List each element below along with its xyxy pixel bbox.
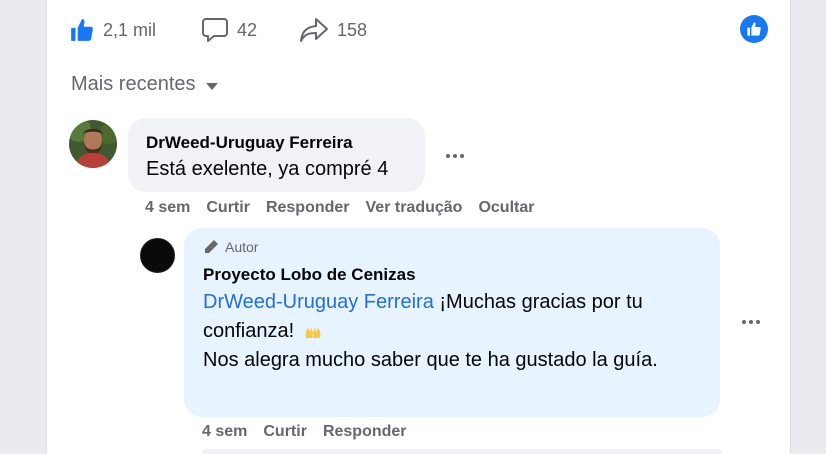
comment-author[interactable]: DrWeed-Uruguay Ferreira [146,133,353,153]
comment-count: 42 [237,19,258,40]
reply-actions: 4 sem Curtir Responder [202,423,423,441]
comment-timestamp[interactable]: 4 sem [145,199,190,217]
comment-stat[interactable]: 42 [201,17,257,43]
thumbs-up-icon [71,19,93,41]
sort-dropdown[interactable]: Mais recentes [71,73,218,96]
avatar[interactable] [140,238,175,273]
like-count: 2,1 mil [103,19,157,40]
post-card: 2,1 mil 42 158 Mais recentes DrWeed-Urug… [46,0,791,454]
reply-bubble: Autor Proyecto Lobo de Cenizas DrWeed-Ur… [184,228,720,417]
comment-text: Está exelente, ya compré 4 [146,158,389,180]
sort-label: Mais recentes [71,73,196,95]
reply-button[interactable]: Responder [266,199,350,217]
caret-down-icon [205,83,218,90]
comment-icon [202,18,228,42]
pen-icon [205,240,218,253]
author-badge-label: Autor [225,239,259,255]
avatar[interactable] [69,120,117,168]
reply-text: DrWeed-Uruguay Ferreira ¡Muchas gracias … [203,288,713,375]
share-stat[interactable]: 158 [299,17,367,43]
reply-timestamp[interactable]: 4 sem [202,423,247,441]
like-button[interactable]: Curtir [263,423,307,441]
reply-button[interactable]: Responder [323,423,407,441]
translate-button[interactable]: Ver tradução [366,199,463,217]
raised-hands-emoji [305,326,321,338]
thumbs-up-icon [747,22,761,36]
hide-button[interactable]: Ocultar [478,199,534,217]
author-badge: Autor [203,239,258,255]
next-comment-edge [202,449,722,454]
like-stat[interactable]: 2,1 mil [69,17,156,43]
more-icon[interactable] [742,320,760,324]
reply-text-line2: Nos alegra mucho saber que te ha gustado… [203,349,658,371]
mention-link[interactable]: DrWeed-Uruguay Ferreira [203,291,434,313]
comment-bubble: DrWeed-Uruguay Ferreira Está exelente, y… [128,118,425,192]
reply-author[interactable]: Proyecto Lobo de Cenizas [203,265,416,285]
share-count: 158 [337,19,368,40]
like-button[interactable]: Curtir [206,199,250,217]
more-icon[interactable] [446,154,464,158]
like-badge-icon[interactable] [740,15,768,43]
share-icon [300,18,328,42]
comment-actions: 4 sem Curtir Responder Ver tradução Ocul… [145,199,550,217]
